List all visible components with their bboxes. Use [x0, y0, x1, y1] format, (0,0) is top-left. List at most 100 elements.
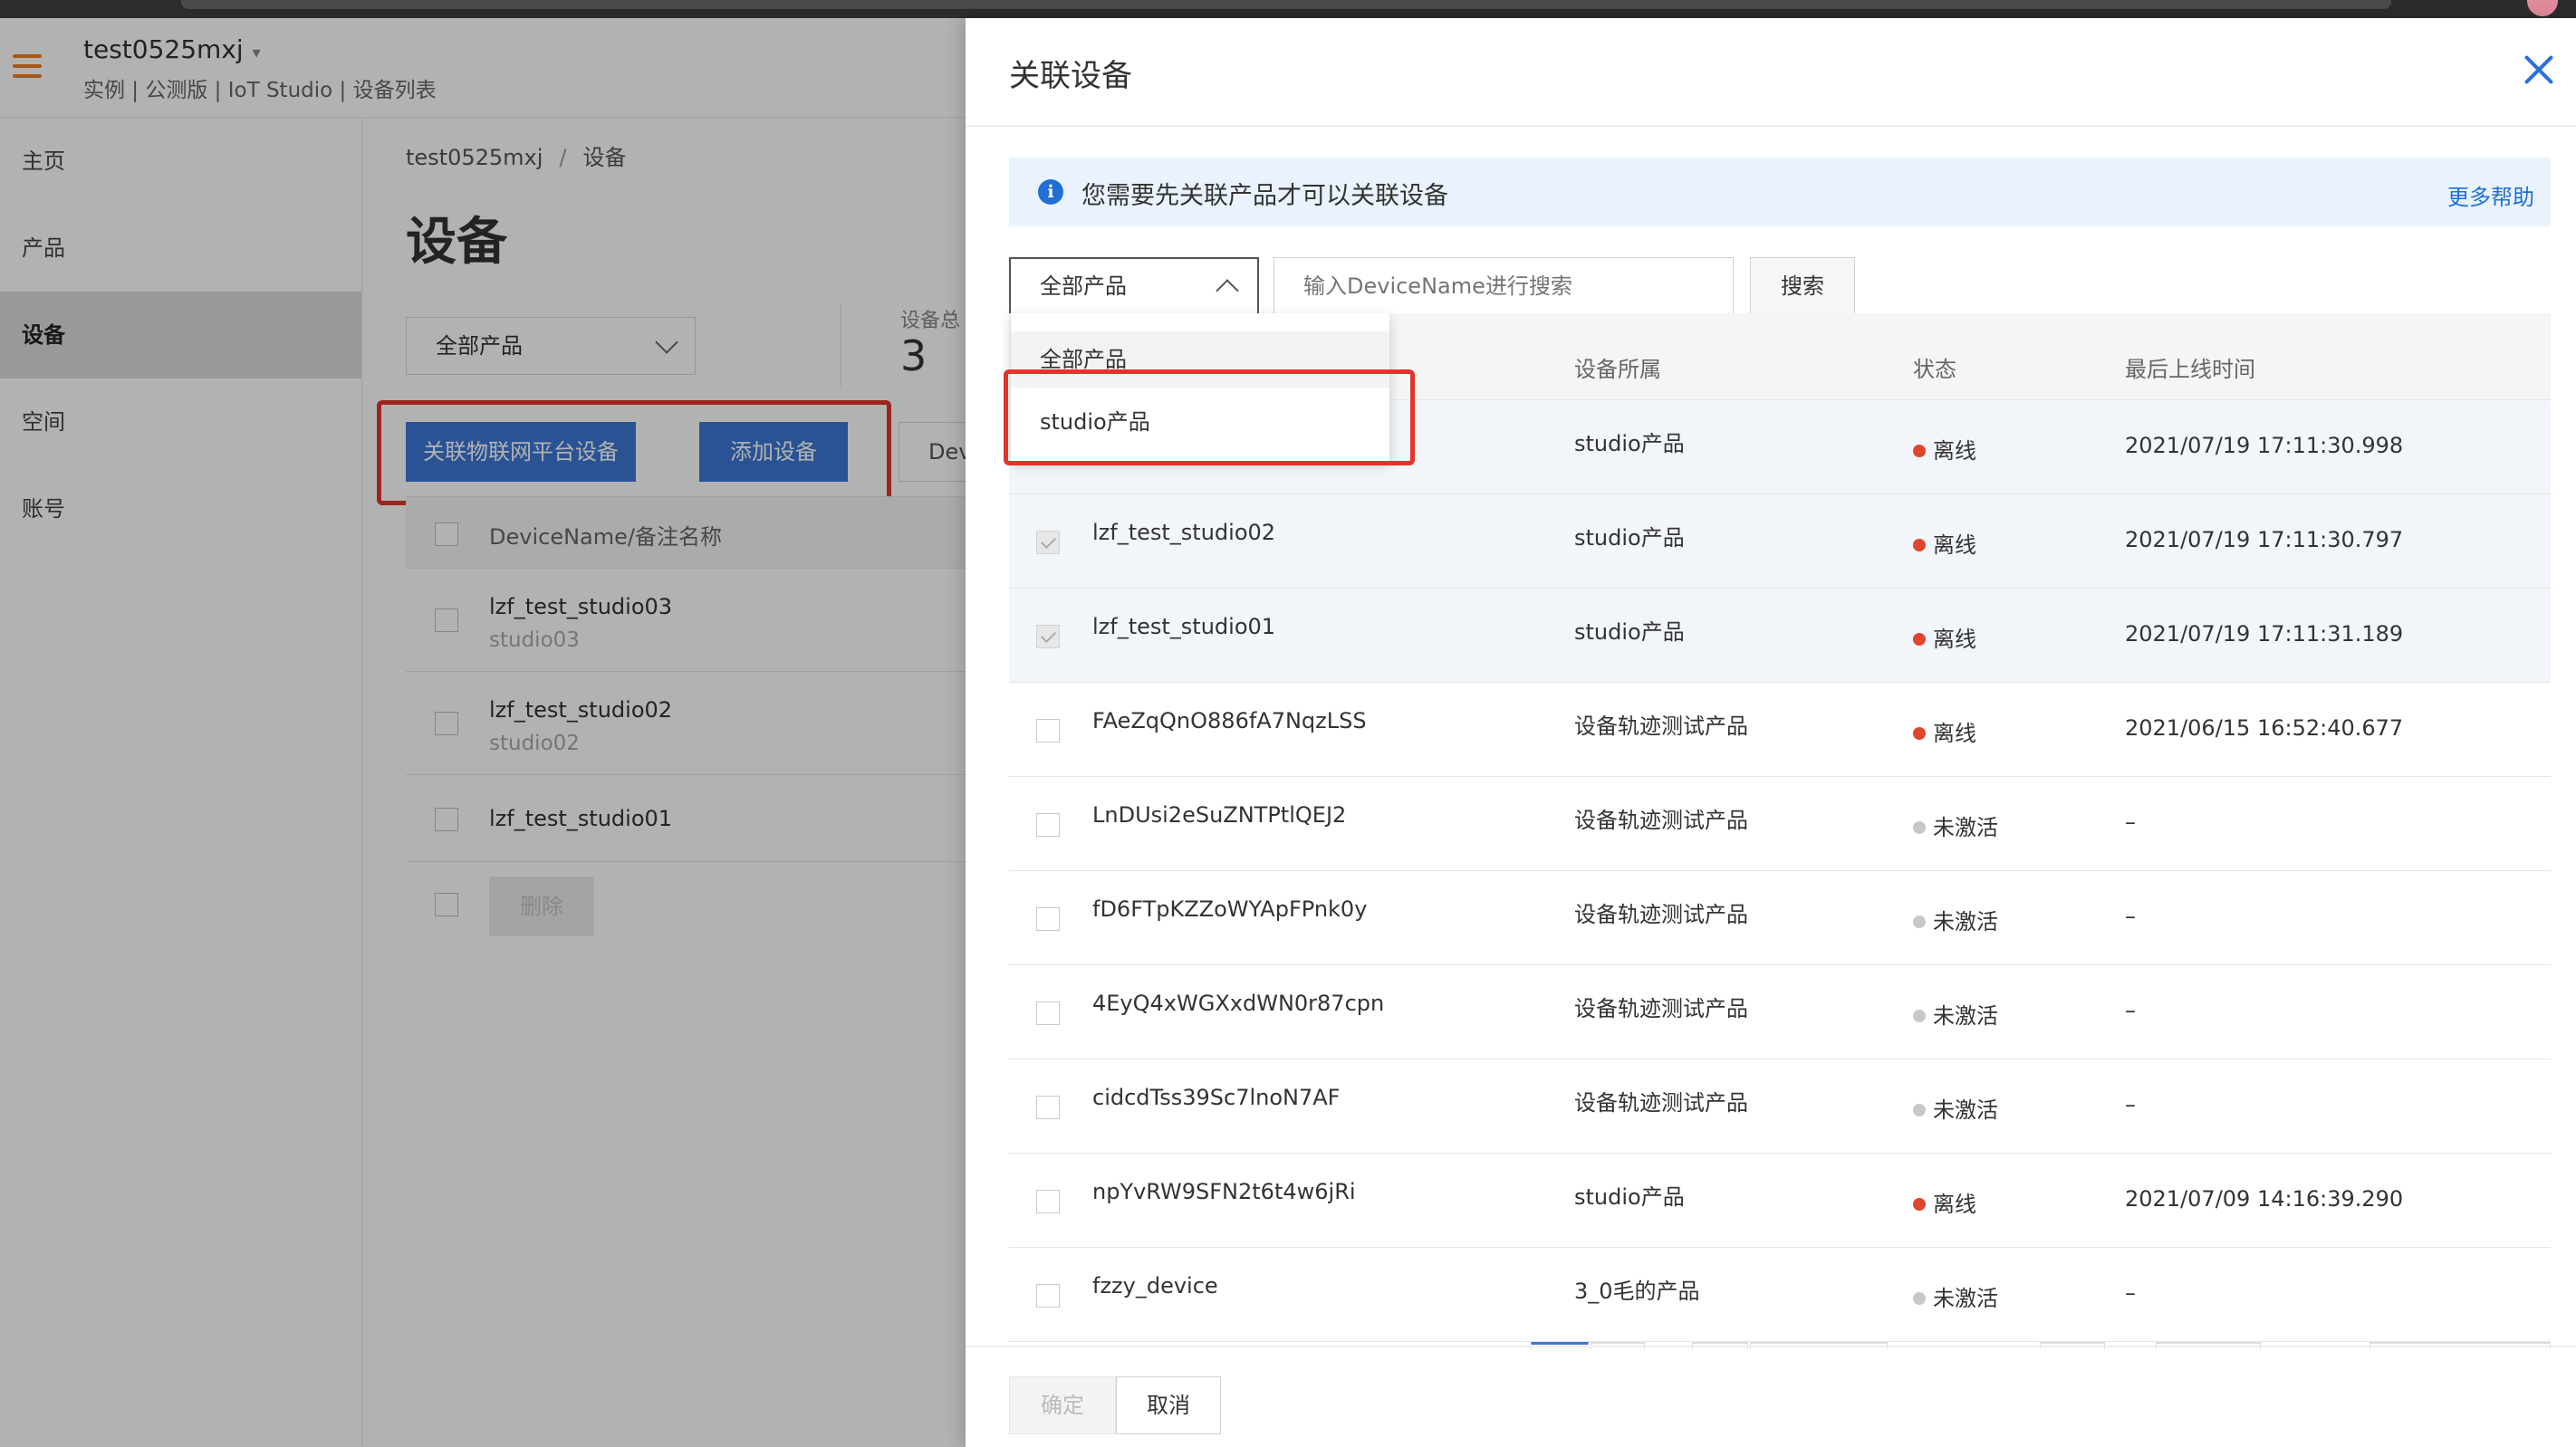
row-checkbox[interactable]	[1036, 531, 1060, 554]
link-device-drawer: 关联设备 i 您需要先关联产品才可以关联设备 更多帮助 全部产品 搜索 设备所属…	[966, 18, 2576, 1447]
status-badge: 离线	[1913, 621, 1976, 653]
row-checkbox[interactable]	[1036, 625, 1060, 648]
last-online-time: 2021/07/19 17:11:30.797	[2125, 527, 2404, 552]
status-dot	[1913, 633, 1926, 646]
device-name: LnDUsi2eSuZNTPtlQEJ2	[1092, 802, 1347, 828]
status-text: 未激活	[1933, 1003, 1998, 1029]
product-select-value: 全部产品	[1040, 273, 1127, 299]
status-text: 离线	[1933, 721, 1976, 746]
status-badge: 离线	[1913, 433, 1976, 465]
status-text: 未激活	[1933, 815, 1998, 840]
status-text: 离线	[1933, 532, 1976, 558]
status-dot	[1913, 1292, 1926, 1305]
status-dot	[1913, 915, 1926, 928]
device-name: fzzy_device	[1092, 1273, 1218, 1298]
row-checkbox[interactable]	[1036, 1001, 1060, 1025]
browser-top-strip	[0, 0, 2576, 18]
status-dot	[1913, 727, 1926, 740]
notice-message: 您需要先关联产品才可以关联设备	[1081, 182, 1448, 210]
table-row[interactable]: cidcdTss39Sc7lnoN7AF 设备轨迹测试产品 未激活 –	[1009, 1059, 2551, 1154]
column-header-last-online: 最后上线时间	[2125, 357, 2255, 382]
chevron-up-icon	[1216, 279, 1239, 302]
device-product: 3_0毛的产品	[1574, 1279, 1700, 1304]
cancel-button[interactable]: 取消	[1116, 1376, 1221, 1434]
status-dot	[1913, 1010, 1926, 1022]
last-online-time: –	[2125, 1092, 2136, 1117]
column-header-product: 设备所属	[1574, 357, 1661, 382]
device-name: cidcdTss39Sc7lnoN7AF	[1092, 1085, 1341, 1110]
close-icon[interactable]	[2523, 54, 2554, 85]
device-product: studio产品	[1574, 431, 1685, 456]
info-icon: i	[1038, 179, 1063, 205]
table-row[interactable]: npYvRW9SFN2t6t4w6jRi studio产品 离线 2021/07…	[1009, 1154, 2551, 1248]
drawer-title: 关联设备	[1009, 58, 1132, 94]
device-name: npYvRW9SFN2t6t4w6jRi	[1092, 1179, 1356, 1204]
device-product: studio产品	[1574, 525, 1685, 551]
status-badge: 离线	[1913, 1186, 1976, 1218]
more-help-link[interactable]: 更多帮助	[2447, 179, 2534, 211]
info-notice: i 您需要先关联产品才可以关联设备 更多帮助	[1009, 158, 2551, 226]
device-product: 设备轨迹测试产品	[1574, 714, 1748, 739]
search-input[interactable]	[1274, 257, 1734, 315]
page-root: test0525mxj ▾ 实例 | 公测版 | IoT Studio | 设备列…	[0, 0, 2576, 1447]
status-dot	[1913, 821, 1926, 834]
profile-avatar[interactable]	[2527, 0, 2558, 16]
table-row[interactable]: FAeZqQnO886fA7NqzLSS 设备轨迹测试产品 离线 2021/06…	[1009, 683, 2551, 777]
column-header-status: 状态	[1913, 357, 1956, 382]
browser-bar	[181, 0, 2391, 9]
status-badge: 离线	[1913, 527, 1976, 559]
table-row[interactable]: LnDUsi2eSuZNTPtlQEJ2 设备轨迹测试产品 未激活 –	[1009, 777, 2551, 871]
status-text: 离线	[1933, 438, 1976, 464]
confirm-button[interactable]: 确定	[1009, 1376, 1116, 1434]
device-product: 设备轨迹测试产品	[1574, 902, 1748, 927]
device-name: 4EyQ4xWGXxdWN0r87cpn	[1092, 991, 1385, 1016]
last-online-time: 2021/07/19 17:11:31.189	[2125, 621, 2404, 647]
row-checkbox[interactable]	[1036, 1190, 1060, 1213]
status-dot	[1913, 1198, 1926, 1211]
status-text: 未激活	[1933, 1097, 1998, 1123]
status-badge: 未激活	[1913, 998, 1998, 1030]
device-product: 设备轨迹测试产品	[1574, 808, 1748, 833]
device-product: 设备轨迹测试产品	[1574, 996, 1748, 1021]
divider	[966, 1346, 2576, 1347]
status-text: 未激活	[1933, 909, 1998, 934]
device-product: studio产品	[1574, 1184, 1685, 1210]
table-row[interactable]: lzf_test_studio01 studio产品 离线 2021/07/19…	[1009, 589, 2551, 683]
status-dot	[1913, 539, 1926, 551]
divider	[966, 125, 2576, 127]
status-badge: 未激活	[1913, 904, 1998, 935]
status-badge: 未激活	[1913, 1280, 1998, 1312]
status-badge: 未激活	[1913, 1092, 1998, 1124]
status-dot	[1913, 1104, 1926, 1116]
device-name: FAeZqQnO886fA7NqzLSS	[1092, 708, 1367, 733]
status-dot	[1913, 445, 1926, 457]
last-online-time: 2021/07/09 14:16:39.290	[2125, 1186, 2404, 1212]
last-online-time: 2021/06/15 16:52:40.677	[2125, 715, 2404, 741]
device-name: fD6FTpKZZoWYApFPnk0y	[1092, 896, 1368, 922]
table-row[interactable]: 4EyQ4xWGXxdWN0r87cpn 设备轨迹测试产品 未激活 –	[1009, 965, 2551, 1059]
device-product: studio产品	[1574, 619, 1685, 645]
row-checkbox[interactable]	[1036, 1096, 1060, 1119]
table-row[interactable]: fzzy_device 3_0毛的产品 未激活 –	[1009, 1248, 2551, 1342]
status-badge: 未激活	[1913, 810, 1998, 841]
row-checkbox[interactable]	[1036, 719, 1060, 743]
search-button[interactable]: 搜索	[1750, 257, 1855, 315]
status-text: 离线	[1933, 1192, 1976, 1217]
modal-overlay[interactable]	[0, 18, 966, 1447]
last-online-time: –	[2125, 1280, 2136, 1306]
device-name: lzf_test_studio02	[1092, 520, 1276, 545]
last-online-time: 2021/07/19 17:11:30.998	[2125, 433, 2404, 458]
last-online-time: –	[2125, 904, 2136, 929]
status-badge: 离线	[1913, 715, 1976, 747]
last-online-time: –	[2125, 810, 2136, 835]
row-checkbox[interactable]	[1036, 1284, 1060, 1308]
highlight-box	[1004, 369, 1415, 465]
device-product: 设备轨迹测试产品	[1574, 1090, 1748, 1116]
last-online-time: –	[2125, 998, 2136, 1023]
row-checkbox[interactable]	[1036, 907, 1060, 931]
table-row[interactable]: lzf_test_studio02 studio产品 离线 2021/07/19…	[1009, 494, 2551, 589]
status-text: 未激活	[1933, 1286, 1998, 1311]
table-row[interactable]: fD6FTpKZZoWYApFPnk0y 设备轨迹测试产品 未激活 –	[1009, 871, 2551, 965]
row-checkbox[interactable]	[1036, 813, 1060, 837]
product-select[interactable]: 全部产品	[1009, 257, 1259, 315]
